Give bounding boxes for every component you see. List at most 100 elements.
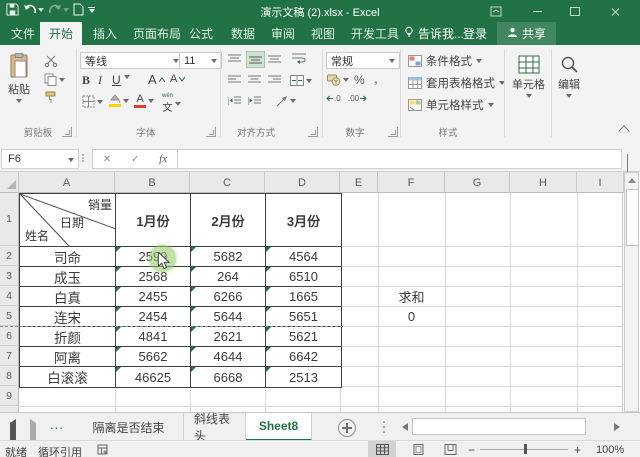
- view-normal-icon[interactable]: [368, 441, 396, 457]
- zoom-in-button[interactable]: +: [574, 443, 581, 457]
- cell-b1[interactable]: 1月份: [116, 194, 191, 247]
- new-sheet-icon[interactable]: [338, 419, 356, 437]
- clipboard-dialog-launcher-icon[interactable]: [62, 127, 72, 137]
- collapse-ribbon-icon[interactable]: [620, 127, 628, 135]
- align-center-button[interactable]: [248, 75, 261, 85]
- cell-d6[interactable]: 5621: [266, 327, 341, 347]
- column-header-b[interactable]: B: [115, 172, 190, 193]
- column-header-c[interactable]: C: [190, 172, 265, 193]
- decrease-decimal-button[interactable]: .00: [348, 94, 367, 103]
- macro-record-icon[interactable]: [97, 444, 108, 457]
- orientation-button[interactable]: [276, 95, 296, 107]
- copy-button[interactable]: [44, 73, 65, 86]
- close-button[interactable]: [602, 0, 628, 22]
- cell-f4-sum-label[interactable]: 求和: [378, 286, 445, 306]
- tab-insert[interactable]: 插入: [84, 22, 126, 45]
- tab-file[interactable]: 文件: [2, 22, 44, 45]
- cell-d8[interactable]: 2513: [266, 367, 341, 387]
- percent-style-button[interactable]: %: [354, 73, 365, 87]
- sheet-tab-1[interactable]: 隔离是否结束: [74, 413, 184, 441]
- number-format-combo[interactable]: 常规: [326, 52, 400, 69]
- view-page-break-icon[interactable]: [436, 441, 464, 457]
- hscroll-right-icon[interactable]: [610, 418, 624, 435]
- name-box[interactable]: F6: [1, 149, 79, 169]
- row-header-5[interactable]: 5: [0, 306, 19, 326]
- row-header-1[interactable]: 1: [0, 193, 19, 246]
- ribbon-display-options-icon[interactable]: [483, 0, 509, 22]
- minimize-button[interactable]: [524, 0, 550, 22]
- cell-a7[interactable]: 阿离: [20, 347, 116, 367]
- column-header-g[interactable]: G: [445, 172, 510, 193]
- align-top-button[interactable]: [228, 54, 241, 64]
- decrease-indent-button[interactable]: [228, 96, 241, 106]
- grow-font-button[interactable]: A: [148, 72, 165, 87]
- horizontal-scrollbar-thumb[interactable]: [412, 418, 586, 435]
- format-painter-button[interactable]: [44, 91, 57, 104]
- cell-a2[interactable]: 司命: [20, 247, 116, 267]
- insert-function-icon[interactable]: fx: [159, 153, 167, 165]
- row-header-3[interactable]: 3: [0, 266, 19, 286]
- cell-f5-sum-value[interactable]: 0: [378, 306, 445, 326]
- zoom-slider-thumb[interactable]: [524, 444, 527, 454]
- sheet-nav-right-icon[interactable]: [30, 423, 36, 441]
- cell-b6[interactable]: 4841: [116, 327, 191, 347]
- zoom-out-button[interactable]: −: [468, 443, 475, 457]
- sheet-tab-2[interactable]: 斜线表头: [184, 413, 246, 441]
- number-dialog-launcher-icon[interactable]: [388, 127, 398, 137]
- tab-review[interactable]: 审阅: [262, 22, 304, 45]
- cell-a6[interactable]: 折颜: [20, 327, 116, 347]
- vertical-scrollbar[interactable]: [624, 172, 639, 412]
- tell-me-box[interactable]: 告诉我...: [404, 22, 464, 45]
- sheet-tab-ellipsis[interactable]: ...: [50, 417, 64, 432]
- paste-button[interactable]: 粘贴: [8, 53, 30, 103]
- cell-d2[interactable]: 4564: [266, 247, 341, 267]
- increase-indent-button[interactable]: [248, 96, 261, 106]
- row-header-2[interactable]: 2: [0, 246, 19, 266]
- select-all-button[interactable]: [0, 172, 19, 193]
- cell-a5[interactable]: 连宋: [20, 307, 116, 327]
- format-as-table-button[interactable]: 套用表格格式: [408, 75, 505, 91]
- name-box-dropdown-icon[interactable]: [68, 158, 74, 162]
- cell-d5[interactable]: 5651: [266, 307, 341, 327]
- cell-a8[interactable]: 白滚滚: [20, 367, 116, 387]
- font-color-button[interactable]: A: [134, 93, 154, 108]
- cell-b4[interactable]: 2455: [116, 287, 191, 307]
- cell-c6[interactable]: 2621: [191, 327, 266, 347]
- tab-developer[interactable]: 开发工具: [342, 22, 408, 45]
- align-left-button[interactable]: [228, 75, 241, 85]
- cell-b8[interactable]: 46625: [116, 367, 191, 387]
- cell-a4[interactable]: 白真: [20, 287, 116, 307]
- cell-b5[interactable]: 2454: [116, 307, 191, 327]
- cell-a3[interactable]: 成玉: [20, 267, 116, 287]
- merge-center-button[interactable]: [290, 75, 312, 86]
- formula-bar-splitter[interactable]: [82, 154, 84, 156]
- view-page-layout-icon[interactable]: [404, 441, 432, 457]
- align-bottom-button[interactable]: [268, 54, 281, 64]
- bold-button[interactable]: B: [82, 73, 90, 88]
- borders-button[interactable]: [82, 95, 103, 108]
- phonetic-guide-button[interactable]: wén文: [162, 93, 181, 114]
- sheet-nav-left-icon[interactable]: [10, 423, 16, 441]
- tab-data[interactable]: 数据: [222, 22, 264, 45]
- formula-input[interactable]: [177, 149, 622, 169]
- conditional-formatting-button[interactable]: 条件格式: [408, 53, 482, 69]
- row-header-6[interactable]: 6: [0, 326, 19, 346]
- cell-c4[interactable]: 6266: [191, 287, 266, 307]
- comma-style-button[interactable]: ,: [374, 70, 378, 86]
- align-middle-button[interactable]: [246, 51, 265, 68]
- column-header-f[interactable]: F: [378, 172, 445, 193]
- cell-d3[interactable]: 6510: [266, 267, 341, 287]
- zoom-level[interactable]: 100%: [596, 444, 624, 456]
- tab-view[interactable]: 视图: [302, 22, 344, 45]
- cut-button[interactable]: [44, 55, 58, 67]
- cancel-icon[interactable]: ✕: [103, 154, 111, 165]
- cell-c2[interactable]: 5682: [191, 247, 266, 267]
- font-size-combo[interactable]: 11: [179, 52, 222, 69]
- shrink-font-button[interactable]: A: [170, 73, 185, 85]
- cell-c7[interactable]: 4644: [191, 347, 266, 367]
- cell-c3[interactable]: 264: [191, 267, 266, 287]
- cell-c5[interactable]: 5644: [191, 307, 266, 327]
- cell-styles-button[interactable]: 单元格样式: [408, 97, 494, 113]
- hscroll-left-icon[interactable]: [398, 418, 412, 435]
- row-header-9[interactable]: 9: [0, 386, 19, 406]
